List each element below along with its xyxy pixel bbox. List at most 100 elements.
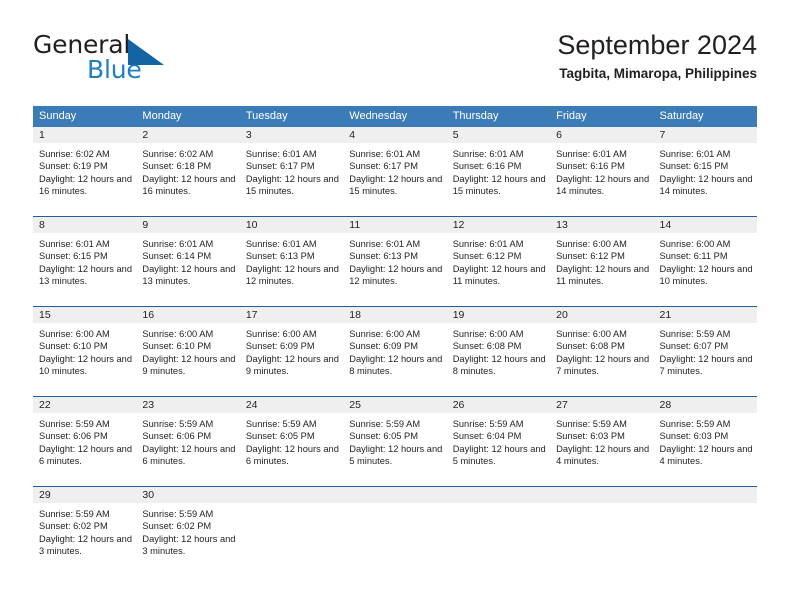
day-details: Sunrise: 6:00 AM Sunset: 6:08 PM Dayligh… bbox=[447, 323, 550, 378]
sunset-text: Sunset: 6:06 PM bbox=[142, 431, 212, 442]
day-details: Sunrise: 5:59 AM Sunset: 6:07 PM Dayligh… bbox=[654, 323, 757, 378]
day-cell[interactable]: 14 Sunrise: 6:00 AM Sunset: 6:11 PM Dayl… bbox=[653, 217, 757, 306]
sunrise-text: Sunrise: 6:01 AM bbox=[142, 239, 214, 249]
daylight-text: Daylight: 12 hours and 5 minutes. bbox=[452, 443, 546, 467]
weekday-header-monday: Monday bbox=[142, 110, 182, 122]
daylight-text: Daylight: 12 hours and 4 minutes. bbox=[659, 443, 753, 467]
brand-logo[interactable]: General Blue bbox=[33, 30, 243, 88]
day-cell[interactable]: 13 Sunrise: 6:00 AM Sunset: 6:12 PM Dayl… bbox=[550, 217, 654, 306]
day-number: 14 bbox=[653, 217, 757, 233]
daylight-text: Daylight: 12 hours and 9 minutes. bbox=[142, 353, 236, 377]
day-details: Sunrise: 5:59 AM Sunset: 6:02 PM Dayligh… bbox=[33, 503, 136, 558]
day-cell[interactable]: 2 Sunrise: 6:02 AM Sunset: 6:18 PM Dayli… bbox=[136, 127, 240, 216]
sunset-text: Sunset: 6:11 PM bbox=[659, 251, 728, 262]
day-cell[interactable]: 4 Sunrise: 6:01 AM Sunset: 6:17 PM Dayli… bbox=[343, 127, 447, 216]
day-cell[interactable]: 19 Sunrise: 6:00 AM Sunset: 6:08 PM Dayl… bbox=[446, 307, 551, 396]
day-cell[interactable]: 12 Sunrise: 6:01 AM Sunset: 6:12 PM Dayl… bbox=[446, 217, 551, 306]
day-cell[interactable]: 26 Sunrise: 5:59 AM Sunset: 6:04 PM Dayl… bbox=[446, 397, 551, 486]
day-details: Sunrise: 6:01 AM Sunset: 6:15 PM Dayligh… bbox=[33, 233, 136, 288]
sunrise-text: Sunrise: 6:00 AM bbox=[659, 239, 731, 249]
sunrise-text: Sunrise: 6:00 AM bbox=[245, 329, 317, 339]
sunrise-text: Sunrise: 5:59 AM bbox=[452, 419, 524, 429]
day-details: Sunrise: 5:59 AM Sunset: 6:05 PM Dayligh… bbox=[343, 413, 446, 468]
day-cell[interactable]: 10 Sunrise: 6:01 AM Sunset: 6:13 PM Dayl… bbox=[239, 217, 344, 306]
day-cell[interactable]: 17 Sunrise: 6:00 AM Sunset: 6:09 PM Dayl… bbox=[239, 307, 344, 396]
daylight-text: Daylight: 12 hours and 6 minutes. bbox=[245, 443, 339, 467]
daylight-text: Daylight: 12 hours and 10 minutes. bbox=[39, 353, 133, 377]
day-details: Sunrise: 6:01 AM Sunset: 6:13 PM Dayligh… bbox=[240, 233, 343, 288]
day-cell[interactable]: 21 Sunrise: 5:59 AM Sunset: 6:07 PM Dayl… bbox=[653, 307, 757, 396]
daylight-text: Daylight: 12 hours and 4 minutes. bbox=[556, 443, 650, 467]
week-row: 22 Sunrise: 5:59 AM Sunset: 6:06 PM Dayl… bbox=[33, 396, 757, 486]
sunrise-text: Sunrise: 6:01 AM bbox=[349, 149, 421, 159]
day-cell[interactable]: 27 Sunrise: 5:59 AM Sunset: 6:03 PM Dayl… bbox=[550, 397, 654, 486]
day-details: Sunrise: 6:02 AM Sunset: 6:18 PM Dayligh… bbox=[136, 143, 239, 198]
day-number: 20 bbox=[550, 307, 654, 323]
sunrise-text: Sunrise: 6:02 AM bbox=[39, 149, 110, 159]
day-number: 13 bbox=[550, 217, 654, 233]
triangle-logo-icon bbox=[128, 39, 164, 65]
day-details: Sunrise: 6:00 AM Sunset: 6:10 PM Dayligh… bbox=[136, 323, 239, 378]
daylight-text: Daylight: 12 hours and 6 minutes. bbox=[39, 443, 133, 467]
week-row: 15 Sunrise: 6:00 AM Sunset: 6:10 PM Dayl… bbox=[33, 306, 757, 396]
day-number: 4 bbox=[343, 127, 447, 143]
day-cell[interactable]: 15 Sunrise: 6:00 AM Sunset: 6:10 PM Dayl… bbox=[33, 307, 137, 396]
day-cell-empty bbox=[446, 487, 551, 576]
day-number: 24 bbox=[239, 397, 344, 413]
day-cell[interactable]: 16 Sunrise: 6:00 AM Sunset: 6:10 PM Dayl… bbox=[136, 307, 240, 396]
sunrise-text: Sunrise: 5:59 AM bbox=[245, 419, 317, 429]
day-details: Sunrise: 6:00 AM Sunset: 6:11 PM Dayligh… bbox=[654, 233, 757, 288]
sunset-text: Sunset: 6:16 PM bbox=[452, 161, 522, 172]
sunset-text: Sunset: 6:17 PM bbox=[245, 161, 315, 172]
day-details: Sunrise: 6:01 AM Sunset: 6:12 PM Dayligh… bbox=[447, 233, 550, 288]
day-number: 21 bbox=[653, 307, 757, 323]
daylight-text: Daylight: 12 hours and 3 minutes. bbox=[142, 533, 236, 557]
weekday-header-saturday: Saturday bbox=[659, 110, 704, 122]
calendar-grid: Sunday Monday Tuesday Wednesday Thursday… bbox=[33, 106, 757, 576]
sunset-text: Sunset: 6:03 PM bbox=[659, 431, 729, 442]
day-cell[interactable]: 29 Sunrise: 5:59 AM Sunset: 6:02 PM Dayl… bbox=[33, 487, 137, 576]
day-details: Sunrise: 5:59 AM Sunset: 6:04 PM Dayligh… bbox=[447, 413, 550, 468]
sunrise-text: Sunrise: 6:00 AM bbox=[556, 239, 627, 249]
day-cell[interactable]: 23 Sunrise: 5:59 AM Sunset: 6:06 PM Dayl… bbox=[136, 397, 240, 486]
day-cell[interactable]: 1 Sunrise: 6:02 AM Sunset: 6:19 PM Dayli… bbox=[33, 127, 137, 216]
sunset-text: Sunset: 6:03 PM bbox=[556, 431, 625, 442]
day-cell[interactable]: 28 Sunrise: 5:59 AM Sunset: 6:03 PM Dayl… bbox=[653, 397, 757, 486]
day-number: 25 bbox=[343, 397, 447, 413]
daylight-text: Daylight: 12 hours and 10 minutes. bbox=[659, 263, 753, 287]
daylight-text: Daylight: 12 hours and 14 minutes. bbox=[659, 173, 753, 197]
day-cell[interactable]: 3 Sunrise: 6:01 AM Sunset: 6:17 PM Dayli… bbox=[239, 127, 344, 216]
day-number: 22 bbox=[33, 397, 137, 413]
day-cell[interactable]: 25 Sunrise: 5:59 AM Sunset: 6:05 PM Dayl… bbox=[343, 397, 447, 486]
day-cell[interactable]: 20 Sunrise: 6:00 AM Sunset: 6:08 PM Dayl… bbox=[550, 307, 654, 396]
day-details: Sunrise: 5:59 AM Sunset: 6:02 PM Dayligh… bbox=[136, 503, 239, 558]
day-cell[interactable]: 22 Sunrise: 5:59 AM Sunset: 6:06 PM Dayl… bbox=[33, 397, 137, 486]
sunrise-text: Sunrise: 6:01 AM bbox=[659, 149, 731, 159]
day-cell[interactable]: 6 Sunrise: 6:01 AM Sunset: 6:16 PM Dayli… bbox=[550, 127, 654, 216]
sunset-text: Sunset: 6:05 PM bbox=[349, 431, 418, 442]
day-details: Sunrise: 6:00 AM Sunset: 6:09 PM Dayligh… bbox=[240, 323, 343, 378]
day-cell[interactable]: 7 Sunrise: 6:01 AM Sunset: 6:15 PM Dayli… bbox=[653, 127, 757, 216]
day-cell[interactable]: 8 Sunrise: 6:01 AM Sunset: 6:15 PM Dayli… bbox=[33, 217, 137, 306]
sunset-text: Sunset: 6:13 PM bbox=[245, 251, 315, 262]
day-number: 28 bbox=[653, 397, 757, 413]
sunset-text: Sunset: 6:12 PM bbox=[452, 251, 522, 262]
day-cell[interactable]: 5 Sunrise: 6:01 AM Sunset: 6:16 PM Dayli… bbox=[446, 127, 551, 216]
day-cell[interactable]: 18 Sunrise: 6:00 AM Sunset: 6:09 PM Dayl… bbox=[343, 307, 447, 396]
day-number: 26 bbox=[446, 397, 551, 413]
sunset-text: Sunset: 6:17 PM bbox=[349, 161, 418, 172]
day-cell[interactable]: 24 Sunrise: 5:59 AM Sunset: 6:05 PM Dayl… bbox=[239, 397, 344, 486]
weekday-header-wednesday: Wednesday bbox=[349, 110, 408, 122]
sunset-text: Sunset: 6:14 PM bbox=[142, 251, 212, 262]
day-details: Sunrise: 5:59 AM Sunset: 6:06 PM Dayligh… bbox=[136, 413, 239, 468]
day-cell[interactable]: 11 Sunrise: 6:01 AM Sunset: 6:13 PM Dayl… bbox=[343, 217, 447, 306]
weekday-header-sunday: Sunday bbox=[39, 110, 77, 122]
sunrise-text: Sunrise: 5:59 AM bbox=[659, 419, 731, 429]
day-details: Sunrise: 6:00 AM Sunset: 6:08 PM Dayligh… bbox=[550, 323, 653, 378]
day-cell[interactable]: 9 Sunrise: 6:01 AM Sunset: 6:14 PM Dayli… bbox=[136, 217, 240, 306]
day-number: 1 bbox=[33, 127, 137, 143]
calendar-page: General Blue September 2024 Tagbita, Mim… bbox=[0, 0, 792, 612]
day-details: Sunrise: 5:59 AM Sunset: 6:06 PM Dayligh… bbox=[33, 413, 136, 468]
day-cell[interactable]: 30 Sunrise: 5:59 AM Sunset: 6:02 PM Dayl… bbox=[136, 487, 240, 576]
daylight-text: Daylight: 12 hours and 9 minutes. bbox=[245, 353, 339, 377]
